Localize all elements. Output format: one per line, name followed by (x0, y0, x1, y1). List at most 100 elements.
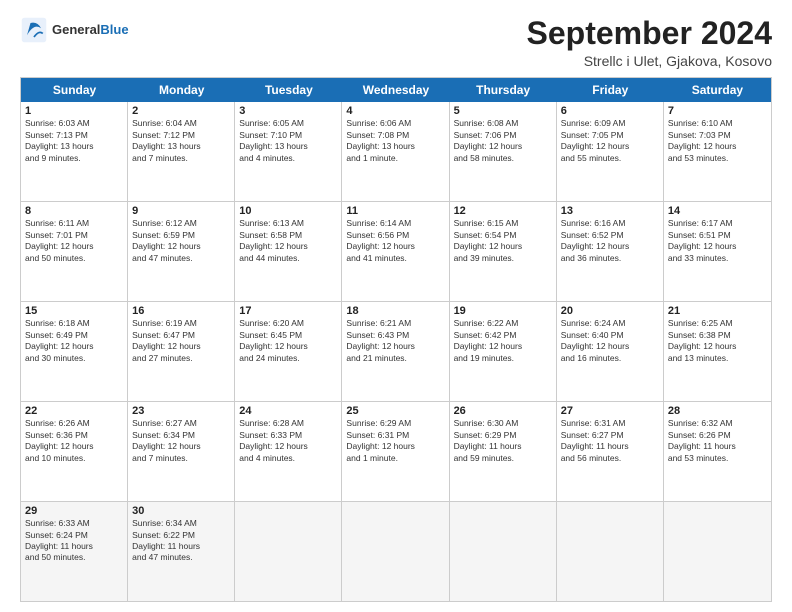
day-number: 12 (454, 205, 552, 217)
day-info: Sunrise: 6:16 AM Sunset: 6:52 PM Dayligh… (561, 218, 659, 264)
day-info: Sunrise: 6:11 AM Sunset: 7:01 PM Dayligh… (25, 218, 123, 264)
day-info: Sunrise: 6:15 AM Sunset: 6:54 PM Dayligh… (454, 218, 552, 264)
calendar-cell: 1Sunrise: 6:03 AM Sunset: 7:13 PM Daylig… (21, 102, 128, 201)
day-number: 16 (132, 305, 230, 317)
day-info: Sunrise: 6:31 AM Sunset: 6:27 PM Dayligh… (561, 418, 659, 464)
day-number: 22 (25, 405, 123, 417)
day-number: 25 (346, 405, 444, 417)
calendar-cell: 27Sunrise: 6:31 AM Sunset: 6:27 PM Dayli… (557, 402, 664, 501)
day-number: 13 (561, 205, 659, 217)
calendar-row: 8Sunrise: 6:11 AM Sunset: 7:01 PM Daylig… (21, 202, 771, 302)
calendar-cell: 17Sunrise: 6:20 AM Sunset: 6:45 PM Dayli… (235, 302, 342, 401)
calendar-cell: 18Sunrise: 6:21 AM Sunset: 6:43 PM Dayli… (342, 302, 449, 401)
day-number: 30 (132, 505, 230, 517)
calendar-cell: 4Sunrise: 6:06 AM Sunset: 7:08 PM Daylig… (342, 102, 449, 201)
calendar-cell: 8Sunrise: 6:11 AM Sunset: 7:01 PM Daylig… (21, 202, 128, 301)
day-number: 15 (25, 305, 123, 317)
calendar-row: 1Sunrise: 6:03 AM Sunset: 7:13 PM Daylig… (21, 102, 771, 202)
weekday-header: Thursday (450, 78, 557, 102)
calendar-cell: 7Sunrise: 6:10 AM Sunset: 7:03 PM Daylig… (664, 102, 771, 201)
calendar-cell (664, 502, 771, 601)
day-info: Sunrise: 6:06 AM Sunset: 7:08 PM Dayligh… (346, 118, 444, 164)
day-info: Sunrise: 6:33 AM Sunset: 6:24 PM Dayligh… (25, 518, 123, 564)
calendar-cell (342, 502, 449, 601)
calendar-cell: 24Sunrise: 6:28 AM Sunset: 6:33 PM Dayli… (235, 402, 342, 501)
day-info: Sunrise: 6:21 AM Sunset: 6:43 PM Dayligh… (346, 318, 444, 364)
subtitle: Strellc i Ulet, Gjakova, Kosovo (527, 53, 772, 69)
calendar-cell: 2Sunrise: 6:04 AM Sunset: 7:12 PM Daylig… (128, 102, 235, 201)
day-info: Sunrise: 6:22 AM Sunset: 6:42 PM Dayligh… (454, 318, 552, 364)
day-number: 9 (132, 205, 230, 217)
weekday-header: Saturday (664, 78, 771, 102)
calendar-cell: 21Sunrise: 6:25 AM Sunset: 6:38 PM Dayli… (664, 302, 771, 401)
day-number: 11 (346, 205, 444, 217)
day-info: Sunrise: 6:04 AM Sunset: 7:12 PM Dayligh… (132, 118, 230, 164)
calendar-cell: 15Sunrise: 6:18 AM Sunset: 6:49 PM Dayli… (21, 302, 128, 401)
calendar-cell (235, 502, 342, 601)
day-info: Sunrise: 6:13 AM Sunset: 6:58 PM Dayligh… (239, 218, 337, 264)
day-number: 10 (239, 205, 337, 217)
day-info: Sunrise: 6:27 AM Sunset: 6:34 PM Dayligh… (132, 418, 230, 464)
weekday-header: Tuesday (235, 78, 342, 102)
calendar-cell: 28Sunrise: 6:32 AM Sunset: 6:26 PM Dayli… (664, 402, 771, 501)
calendar-row: 29Sunrise: 6:33 AM Sunset: 6:24 PM Dayli… (21, 502, 771, 601)
day-info: Sunrise: 6:26 AM Sunset: 6:36 PM Dayligh… (25, 418, 123, 464)
day-number: 6 (561, 105, 659, 117)
calendar-cell: 26Sunrise: 6:30 AM Sunset: 6:29 PM Dayli… (450, 402, 557, 501)
day-info: Sunrise: 6:17 AM Sunset: 6:51 PM Dayligh… (668, 218, 767, 264)
day-number: 27 (561, 405, 659, 417)
day-info: Sunrise: 6:03 AM Sunset: 7:13 PM Dayligh… (25, 118, 123, 164)
day-info: Sunrise: 6:09 AM Sunset: 7:05 PM Dayligh… (561, 118, 659, 164)
day-number: 23 (132, 405, 230, 417)
day-info: Sunrise: 6:12 AM Sunset: 6:59 PM Dayligh… (132, 218, 230, 264)
day-number: 7 (668, 105, 767, 117)
calendar-cell: 5Sunrise: 6:08 AM Sunset: 7:06 PM Daylig… (450, 102, 557, 201)
logo: GeneralBlue (20, 16, 129, 44)
day-number: 5 (454, 105, 552, 117)
calendar: SundayMondayTuesdayWednesdayThursdayFrid… (20, 77, 772, 602)
day-number: 29 (25, 505, 123, 517)
day-info: Sunrise: 6:30 AM Sunset: 6:29 PM Dayligh… (454, 418, 552, 464)
day-info: Sunrise: 6:34 AM Sunset: 6:22 PM Dayligh… (132, 518, 230, 564)
day-info: Sunrise: 6:32 AM Sunset: 6:26 PM Dayligh… (668, 418, 767, 464)
weekday-header: Friday (557, 78, 664, 102)
calendar-cell: 10Sunrise: 6:13 AM Sunset: 6:58 PM Dayli… (235, 202, 342, 301)
day-number: 20 (561, 305, 659, 317)
calendar-cell: 19Sunrise: 6:22 AM Sunset: 6:42 PM Dayli… (450, 302, 557, 401)
calendar-cell: 14Sunrise: 6:17 AM Sunset: 6:51 PM Dayli… (664, 202, 771, 301)
calendar-cell: 9Sunrise: 6:12 AM Sunset: 6:59 PM Daylig… (128, 202, 235, 301)
calendar-cell: 12Sunrise: 6:15 AM Sunset: 6:54 PM Dayli… (450, 202, 557, 301)
day-info: Sunrise: 6:18 AM Sunset: 6:49 PM Dayligh… (25, 318, 123, 364)
day-info: Sunrise: 6:08 AM Sunset: 7:06 PM Dayligh… (454, 118, 552, 164)
day-number: 19 (454, 305, 552, 317)
title-block: September 2024 Strellc i Ulet, Gjakova, … (527, 16, 772, 69)
calendar-row: 15Sunrise: 6:18 AM Sunset: 6:49 PM Dayli… (21, 302, 771, 402)
day-number: 24 (239, 405, 337, 417)
day-number: 18 (346, 305, 444, 317)
calendar-cell: 16Sunrise: 6:19 AM Sunset: 6:47 PM Dayli… (128, 302, 235, 401)
page: GeneralBlue September 2024 Strellc i Ule… (0, 0, 792, 612)
weekday-header: Monday (128, 78, 235, 102)
logo-text: GeneralBlue (52, 22, 129, 38)
day-number: 26 (454, 405, 552, 417)
weekday-header: Wednesday (342, 78, 449, 102)
calendar-cell: 6Sunrise: 6:09 AM Sunset: 7:05 PM Daylig… (557, 102, 664, 201)
calendar-body: 1Sunrise: 6:03 AM Sunset: 7:13 PM Daylig… (21, 102, 771, 601)
day-info: Sunrise: 6:05 AM Sunset: 7:10 PM Dayligh… (239, 118, 337, 164)
calendar-cell: 3Sunrise: 6:05 AM Sunset: 7:10 PM Daylig… (235, 102, 342, 201)
header: GeneralBlue September 2024 Strellc i Ule… (20, 16, 772, 69)
day-info: Sunrise: 6:10 AM Sunset: 7:03 PM Dayligh… (668, 118, 767, 164)
weekday-header: Sunday (21, 78, 128, 102)
calendar-cell (450, 502, 557, 601)
calendar-row: 22Sunrise: 6:26 AM Sunset: 6:36 PM Dayli… (21, 402, 771, 502)
calendar-cell: 20Sunrise: 6:24 AM Sunset: 6:40 PM Dayli… (557, 302, 664, 401)
calendar-cell: 11Sunrise: 6:14 AM Sunset: 6:56 PM Dayli… (342, 202, 449, 301)
day-number: 1 (25, 105, 123, 117)
day-info: Sunrise: 6:14 AM Sunset: 6:56 PM Dayligh… (346, 218, 444, 264)
calendar-cell: 23Sunrise: 6:27 AM Sunset: 6:34 PM Dayli… (128, 402, 235, 501)
day-number: 17 (239, 305, 337, 317)
day-info: Sunrise: 6:24 AM Sunset: 6:40 PM Dayligh… (561, 318, 659, 364)
day-number: 21 (668, 305, 767, 317)
day-number: 14 (668, 205, 767, 217)
day-info: Sunrise: 6:28 AM Sunset: 6:33 PM Dayligh… (239, 418, 337, 464)
